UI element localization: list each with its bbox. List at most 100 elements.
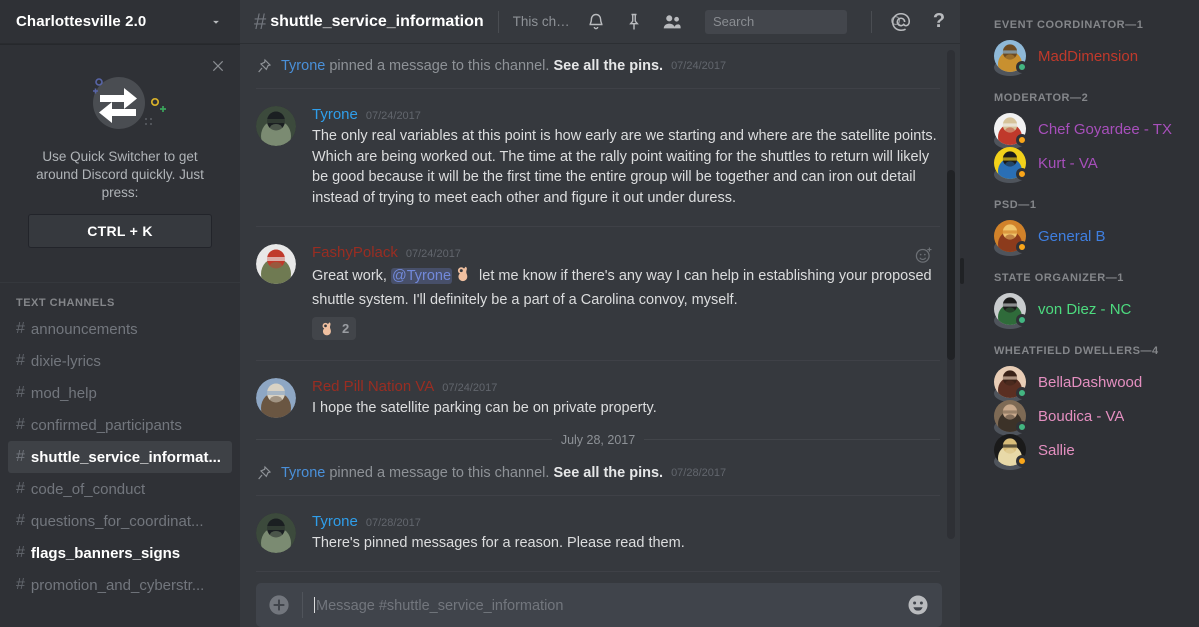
member-name: Boudica - VA (1038, 407, 1125, 425)
message: Tyrone 07/24/2017 The only real variables … (240, 89, 960, 212)
search-input[interactable] (713, 14, 889, 29)
hash-icon: # (16, 576, 25, 593)
help-icon[interactable]: ? (928, 10, 950, 33)
see-all-pins-link[interactable]: See all the pins. (553, 465, 663, 481)
message-input[interactable]: Message #shuttle_service_information (303, 596, 906, 614)
member-group-label: WHEATFIELD DWELLERS—4 (994, 345, 1159, 357)
message-author[interactable]: Tyrone (312, 106, 358, 123)
message-header: FashyPolack 07/24/2017 (312, 244, 940, 261)
bell-icon[interactable] (585, 11, 607, 33)
member-name: MadDimension (1038, 47, 1139, 65)
message-author[interactable]: FashyPolack (312, 244, 398, 261)
member-group: EVENT COORDINATOR—1 MadDimension (960, 18, 1199, 76)
message-text: There's pinned messages for a reason. Pl… (312, 534, 685, 551)
hash-icon: # (16, 512, 25, 529)
avatar[interactable] (256, 106, 296, 146)
channel-label: promotion_and_cyberstr... (30, 576, 205, 594)
search-box[interactable] (705, 9, 902, 34)
at-icon[interactable] (890, 11, 912, 33)
member-name: Chef Goyardee - TX (1038, 120, 1172, 138)
reaction-count: 2 (342, 321, 350, 336)
avatar (994, 113, 1028, 149)
sidebar-channel-dixie-lyrics[interactable]: # dixie-lyrics (8, 345, 232, 377)
channel-label: confirmed_participants (30, 416, 182, 434)
discord-app: Charlottesville 2.0 Use Quick Switcher t… (0, 0, 1199, 627)
member-row[interactable]: Boudica - VA (960, 399, 1199, 436)
avatar (994, 40, 1028, 76)
message-timestamp: 07/28/2017 (365, 516, 421, 529)
guild-name: Charlottesville 2.0 (16, 13, 147, 30)
avatar[interactable] (256, 512, 296, 553)
message-author[interactable]: Tyrone (281, 58, 325, 74)
message-author[interactable]: Red Pill Nation VA (312, 378, 434, 395)
sidebar-channel-flags_banners_signs[interactable]: # flags_banners_signs (8, 537, 232, 569)
sidebar-channel-shuttle_service_informat[interactable]: # shuttle_service_informat... (8, 441, 232, 473)
reaction-bar: 2 (312, 317, 940, 342)
message-content: The only real variables at this point is… (312, 126, 940, 208)
composer-inner[interactable]: Message #shuttle_service_information (256, 583, 942, 627)
divider-line (256, 439, 552, 440)
channel-category-label: TEXT CHANNELS (16, 297, 115, 309)
add-attachment-icon[interactable] (256, 583, 302, 627)
status-badge-idle (1016, 241, 1028, 253)
members-icon[interactable] (661, 11, 683, 33)
sidebar-channel-code_of_conduct[interactable]: # code_of_conduct (8, 473, 232, 505)
member-row[interactable]: BellaDashwood (960, 365, 1199, 402)
chevron-down-icon[interactable] (208, 14, 224, 30)
add-reaction-icon[interactable] (914, 245, 934, 265)
message-scrollbar[interactable] (947, 50, 955, 539)
avatar[interactable] (256, 378, 296, 418)
member-row[interactable]: General B (960, 219, 1199, 256)
status-badge-idle (1016, 455, 1028, 467)
user-mention[interactable]: @Tyrone (390, 268, 453, 284)
message-timestamp: 07/24/2017 (365, 110, 421, 122)
pin-icon (256, 58, 272, 74)
message-area[interactable]: Tyrone pinned a message to this channel.… (240, 44, 960, 583)
message-author[interactable]: Tyrone (312, 513, 358, 530)
emoji-picker-icon[interactable] (906, 593, 930, 617)
member-scrollbar-thumb[interactable] (960, 258, 964, 284)
member-name: BellaDashwood (1038, 373, 1143, 391)
message: FashyPolack 07/24/2017 Great work, @Tyrone… (240, 227, 960, 346)
channel-label: shuttle_service_informat... (30, 448, 221, 466)
member-group-label: EVENT COORDINATOR—1 (994, 19, 1144, 31)
message-input-placeholder: Message #shuttle_service_information (316, 597, 564, 614)
avatar[interactable] (256, 244, 296, 284)
sidebar-channel-promotion_and_cyberstr[interactable]: # promotion_and_cyberstr... (8, 569, 232, 601)
pin-icon[interactable] (623, 11, 645, 33)
message-author[interactable]: Tyrone (281, 465, 325, 481)
status-badge-online (1016, 314, 1028, 326)
channel-topbar: # shuttle_service_information This chann… (240, 0, 960, 44)
message-body: FashyPolack 07/24/2017 Great work, @Tyrone… (312, 244, 940, 342)
hash-icon: # (16, 448, 25, 465)
message-list: Tyrone pinned a message to this channel.… (240, 44, 960, 583)
quick-switcher-shortcut[interactable]: CTRL + K (28, 214, 212, 248)
sidebar-channel-mod_help[interactable]: # mod_help (8, 377, 232, 409)
status-badge-idle (1016, 168, 1028, 180)
text-caret (314, 596, 315, 613)
ok-hand-emoji (319, 320, 336, 337)
channel-label: flags_banners_signs (30, 544, 181, 562)
message-body: Red Pill Nation VA 07/24/2017 I hope the s… (312, 378, 940, 419)
channel-sidebar: Charlottesville 2.0 Use Quick Switcher t… (0, 0, 240, 627)
see-all-pins-link[interactable]: See all the pins. (553, 58, 663, 74)
sidebar-channel-announcements[interactable]: # announcements (8, 313, 232, 345)
scrollbar-thumb[interactable] (947, 170, 955, 360)
status-badge-online (1016, 387, 1028, 399)
quick-switcher-promo: Use Quick Switcher to get around Discord… (0, 44, 240, 268)
member-row[interactable]: von Diez - NC (960, 292, 1199, 329)
pinned-system-message: Tyrone pinned a message to this channel.… (240, 44, 960, 88)
quick-switcher-text: Use Quick Switcher to get around Discord… (36, 149, 204, 200)
member-group-label: STATE ORGANIZER—1 (994, 272, 1124, 284)
channel-topic[interactable]: This channel for is for information on t… (513, 14, 575, 29)
sidebar-channel-confirmed_participants[interactable]: # confirmed_participants (8, 409, 232, 441)
member-row[interactable]: Chef Goyardee - TX (960, 112, 1199, 149)
member-list[interactable]: EVENT COORDINATOR—1 MadDimension MODERATOR… (960, 0, 1199, 627)
member-row[interactable]: MadDimension (960, 39, 1199, 76)
sidebar-channel-questions_for_coordinat[interactable]: # questions_for_coordinat... (8, 505, 232, 537)
member-row[interactable]: Kurt - VA (960, 146, 1199, 183)
channel-label: questions_for_coordinat... (30, 512, 204, 530)
guild-header[interactable]: Charlottesville 2.0 (0, 0, 240, 44)
member-row[interactable]: Sallie (960, 433, 1199, 470)
reaction-ok-hand[interactable]: 2 (312, 317, 357, 340)
